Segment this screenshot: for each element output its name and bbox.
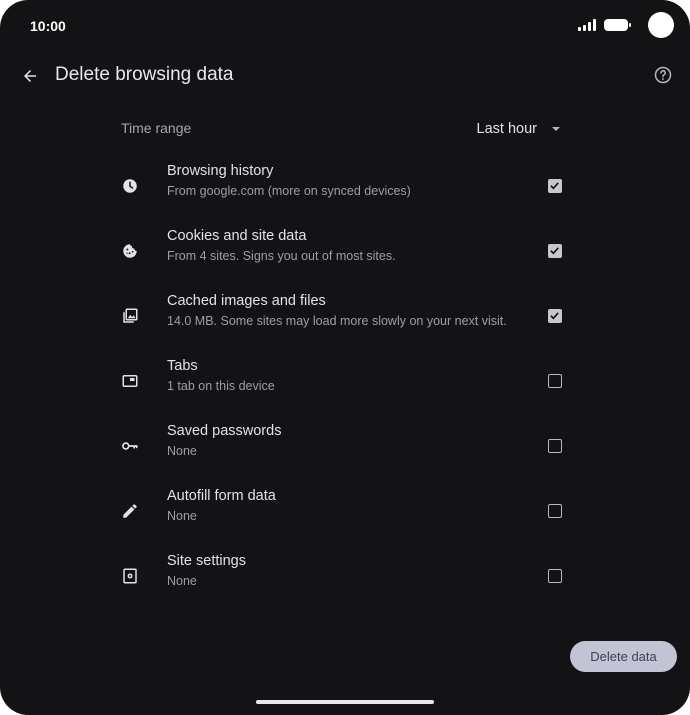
page-title: Delete browsing data: [55, 64, 234, 85]
images-icon: [120, 306, 140, 326]
tabs-checkbox[interactable]: [548, 374, 562, 388]
time-range-label: Time range: [121, 120, 192, 136]
back-button[interactable]: [16, 62, 44, 90]
browsing-history-checkbox[interactable]: [548, 179, 562, 193]
time-range-dropdown[interactable]: Last hour: [477, 117, 561, 141]
top-app-bar: Delete browsing data: [0, 52, 690, 100]
cookies-row[interactable]: Cookies and site data From 4 sites. Sign…: [112, 223, 578, 279]
autofill-checkbox[interactable]: [548, 504, 562, 518]
clock-icon: [120, 176, 140, 196]
autofill-row[interactable]: Autofill form data None: [112, 483, 578, 539]
cookie-icon: [120, 241, 140, 261]
time-range-row: Time range Last hour: [121, 113, 571, 143]
site-settings-icon: [120, 566, 140, 586]
camera-cutout: [648, 12, 674, 38]
saved-passwords-checkbox[interactable]: [548, 439, 562, 453]
signal-icon: [578, 19, 596, 31]
cookies-checkbox[interactable]: [548, 244, 562, 258]
status-time: 10:00: [30, 18, 66, 34]
row-title: Autofill form data: [167, 488, 276, 504]
row-subtitle: None: [167, 509, 197, 523]
help-button[interactable]: [652, 64, 674, 86]
site-settings-row[interactable]: Site settings None: [112, 548, 578, 604]
row-title: Cookies and site data: [167, 228, 307, 244]
arrow-back-icon: [24, 70, 36, 82]
help-icon: [654, 66, 672, 84]
saved-passwords-row[interactable]: Saved passwords None: [112, 418, 578, 474]
home-indicator[interactable]: [256, 700, 434, 704]
row-subtitle: None: [167, 444, 197, 458]
row-title: Browsing history: [167, 163, 274, 179]
row-title: Saved passwords: [167, 423, 282, 439]
row-title: Cached images and files: [167, 293, 326, 309]
cached-images-row[interactable]: Cached images and files 14.0 MB. Some si…: [112, 288, 578, 344]
tab-icon: [120, 371, 140, 391]
check-icon: [550, 182, 559, 190]
row-title: Site settings: [167, 553, 246, 569]
battery-icon: [604, 19, 631, 31]
tabs-row[interactable]: Tabs 1 tab on this device: [112, 353, 578, 409]
check-icon: [550, 312, 559, 320]
browsing-history-row[interactable]: Browsing history From google.com (more o…: [112, 158, 578, 214]
delete-data-button[interactable]: Delete data: [570, 641, 677, 672]
row-subtitle: None: [167, 574, 197, 588]
dropdown-arrow-icon: [552, 127, 560, 131]
cached-images-checkbox[interactable]: [548, 309, 562, 323]
row-subtitle: 1 tab on this device: [167, 379, 275, 393]
row-subtitle: From google.com (more on synced devices): [167, 184, 411, 198]
time-range-value: Last hour: [476, 121, 537, 137]
status-icons: [578, 12, 674, 38]
key-icon: [120, 436, 140, 456]
check-icon: [550, 247, 559, 255]
row-subtitle: From 4 sites. Signs you out of most site…: [167, 249, 396, 263]
row-subtitle: 14.0 MB. Some sites may load more slowly…: [167, 314, 507, 328]
device-screen: 10:00 Delete browsing data Time range La…: [0, 0, 690, 715]
pencil-icon: [120, 501, 140, 521]
row-title: Tabs: [167, 358, 198, 374]
site-settings-checkbox[interactable]: [548, 569, 562, 583]
